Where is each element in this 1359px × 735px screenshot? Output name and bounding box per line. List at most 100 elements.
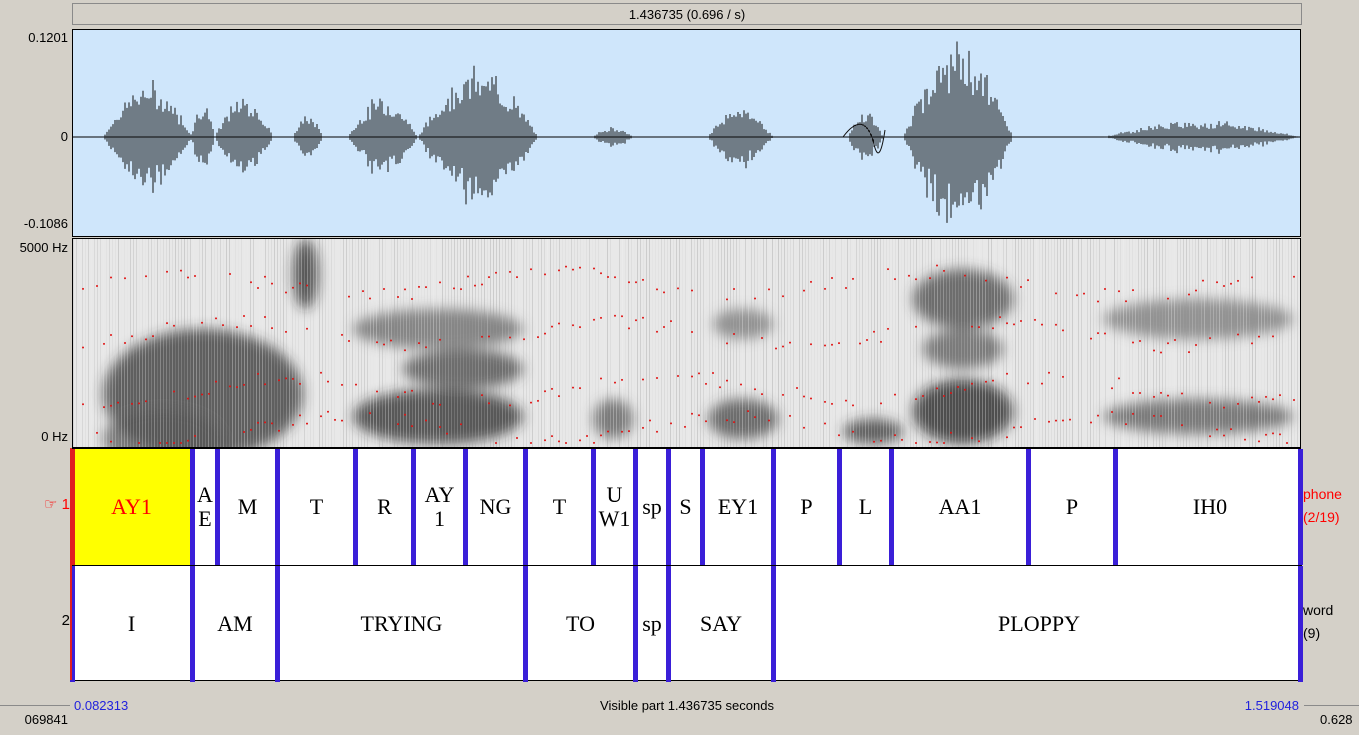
formant-dot xyxy=(439,281,441,284)
interval-boundary[interactable] xyxy=(666,566,671,682)
tier-1-name[interactable]: phone xyxy=(1303,486,1342,502)
phone-interval[interactable]: L xyxy=(842,449,889,565)
interval-boundary[interactable] xyxy=(275,566,280,682)
spectrogram-texture xyxy=(442,239,443,447)
word-interval[interactable]: SAY xyxy=(671,566,771,682)
phone-interval[interactable]: NG xyxy=(468,449,523,565)
selection-duration-bar[interactable]: 1.436735 (0.696 / s) xyxy=(72,3,1302,25)
interval-boundary[interactable] xyxy=(633,566,638,682)
interval-boundary[interactable] xyxy=(837,449,842,565)
interval-boundary[interactable] xyxy=(275,449,280,565)
interval-boundary[interactable] xyxy=(889,449,894,565)
interval-boundary[interactable] xyxy=(591,449,596,565)
bottom-time-bar[interactable]: 0.082313 Visible part 1.436735 seconds 1… xyxy=(72,683,1302,733)
tier-word[interactable]: I AM TRYING TO sp SAY PLOPPY xyxy=(70,566,1303,682)
formant-dot xyxy=(82,346,84,349)
phone-interval[interactable]: P xyxy=(776,449,837,565)
formant-dot xyxy=(985,380,987,383)
spectrogram-texture xyxy=(694,239,695,447)
spectrogram-texture xyxy=(343,239,344,447)
phone-interval[interactable]: sp xyxy=(638,449,666,565)
spectrogram-texture xyxy=(1102,239,1103,447)
visible-end-time[interactable]: 1.519048 xyxy=(1245,698,1299,713)
formant-dot xyxy=(1006,436,1008,439)
formant-dot xyxy=(404,391,406,394)
formant-dot xyxy=(383,343,385,346)
interval-boundary[interactable] xyxy=(353,449,358,565)
phone-interval[interactable]: EY1 xyxy=(705,449,771,565)
phone-interval[interactable]: AE xyxy=(195,449,215,565)
word-interval[interactable]: TO xyxy=(528,566,633,682)
spectrogram-texture xyxy=(1171,239,1172,447)
formant-dot xyxy=(1013,323,1015,326)
spectrogram-texture xyxy=(1147,239,1148,447)
interval-boundary[interactable] xyxy=(463,449,468,565)
interval-boundary[interactable] xyxy=(1298,566,1303,682)
spectrogram-texture xyxy=(514,239,515,447)
bottom-right-box[interactable]: 0.628 xyxy=(1304,705,1359,734)
phone-interval[interactable]: S xyxy=(671,449,700,565)
formant-dot xyxy=(943,394,945,397)
phone-interval[interactable]: T xyxy=(280,449,353,565)
formant-dot xyxy=(460,288,462,291)
interval-boundary[interactable] xyxy=(523,449,528,565)
visible-part-label[interactable]: Visible part 1.436735 seconds xyxy=(72,698,1302,713)
word-interval[interactable]: I xyxy=(73,566,190,682)
interval-boundary[interactable] xyxy=(666,449,671,565)
formant-dot xyxy=(936,264,938,267)
phone-interval[interactable]: AA1 xyxy=(894,449,1026,565)
waveform-panel[interactable] xyxy=(72,29,1301,237)
word-interval[interactable]: TRYING xyxy=(280,566,523,682)
interval-boundary[interactable] xyxy=(411,449,416,565)
phone-interval[interactable]: U W1 xyxy=(596,449,633,565)
phone-interval[interactable]: M xyxy=(220,449,275,565)
interval-boundary[interactable] xyxy=(771,566,776,682)
spectrogram-texture xyxy=(472,239,473,447)
spectrogram-texture xyxy=(1186,239,1187,447)
word-interval[interactable]: PLOPPY xyxy=(776,566,1302,682)
interval-boundary[interactable] xyxy=(1298,449,1303,565)
formant-dot xyxy=(677,374,679,377)
interval-boundary[interactable] xyxy=(771,449,776,565)
spectrogram-texture xyxy=(1006,239,1007,447)
spectrogram-texture xyxy=(763,239,764,447)
formant-dot xyxy=(803,289,805,292)
bottom-left-box[interactable]: 069841 xyxy=(0,705,70,734)
interval-boundary[interactable] xyxy=(215,449,220,565)
phone-interval[interactable]: P xyxy=(1031,449,1113,565)
formant-dot xyxy=(593,267,595,270)
tier-2-name[interactable]: word xyxy=(1303,602,1333,618)
word-interval[interactable]: AM xyxy=(195,566,275,682)
textgrid-panel[interactable]: AY1 A E M T R AY 1 NG T U W1 sp S EY1 P L AA1 P IH0 I AM TRYI… xyxy=(70,448,1303,682)
interval-boundary[interactable] xyxy=(1113,449,1118,565)
phone-interval[interactable]: T xyxy=(528,449,591,565)
word-interval[interactable]: sp xyxy=(638,566,666,682)
spectrogram-texture xyxy=(1144,239,1145,447)
spectrogram-panel[interactable] xyxy=(72,238,1301,448)
formant-dot xyxy=(292,423,294,426)
spectrogram-texture xyxy=(190,239,191,447)
spectrogram-texture xyxy=(199,239,200,447)
spectrogram-texture xyxy=(910,239,911,447)
formant-dot xyxy=(887,268,889,271)
formant-dot xyxy=(1223,434,1225,437)
interval-boundary[interactable] xyxy=(190,449,195,565)
tier-1-number[interactable]: ☞ 1 xyxy=(30,495,70,513)
spectrogram-texture xyxy=(1150,239,1151,447)
tier-phone[interactable]: AY1 A E M T R AY 1 NG T U W1 sp S EY1 P L AA1 P IH0 xyxy=(70,449,1303,565)
interval-boundary[interactable] xyxy=(633,449,638,565)
phone-interval[interactable]: AY1 xyxy=(73,449,190,565)
spectrogram-texture xyxy=(919,239,920,447)
tier-2-number[interactable]: 2 xyxy=(30,612,70,629)
interval-boundary[interactable] xyxy=(700,449,705,565)
phone-interval[interactable]: AY1 xyxy=(416,449,463,565)
interval-boundary[interactable] xyxy=(1026,449,1031,565)
interval-boundary[interactable] xyxy=(190,566,195,682)
formant-dot xyxy=(488,402,490,405)
spectrogram-texture xyxy=(1198,239,1199,447)
formant-dot xyxy=(915,398,917,401)
phone-interval[interactable]: IH0 xyxy=(1118,449,1302,565)
spectrogram-texture xyxy=(373,239,374,447)
phone-interval[interactable]: R xyxy=(358,449,411,565)
interval-boundary[interactable] xyxy=(523,566,528,682)
